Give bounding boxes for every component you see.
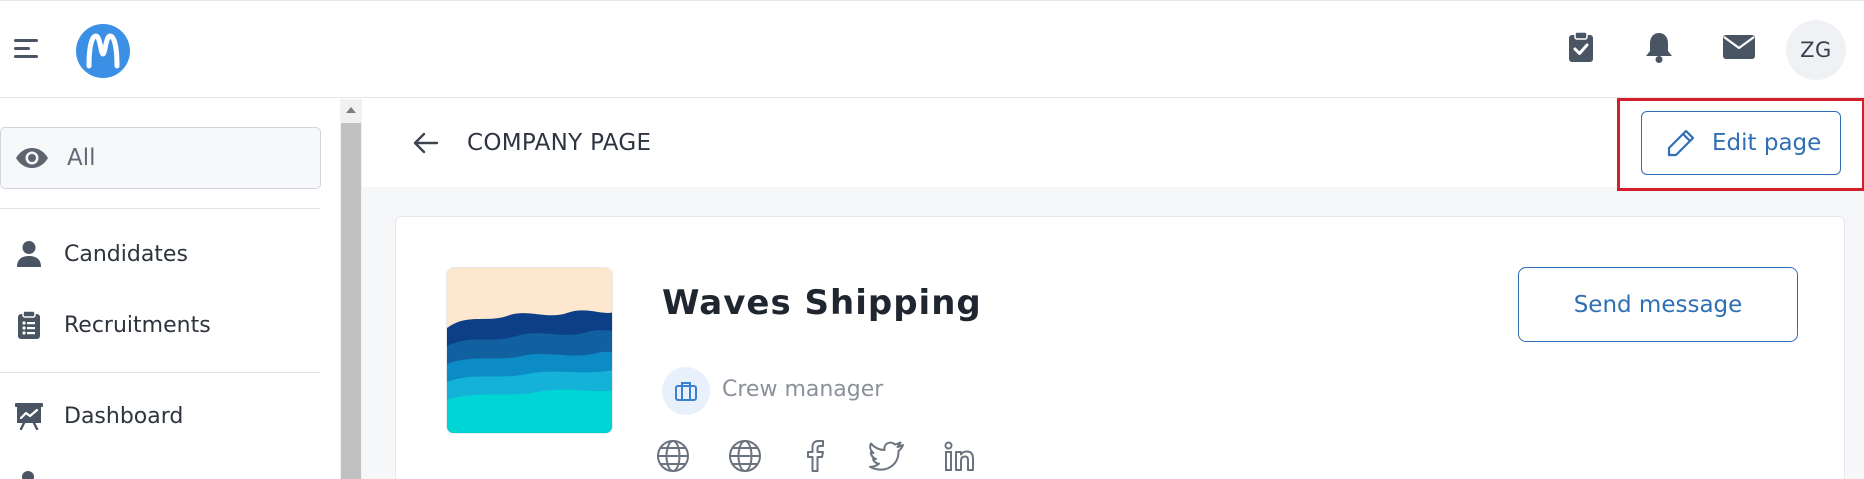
company-logo bbox=[446, 267, 613, 434]
edit-page-button[interactable]: Edit page bbox=[1641, 111, 1841, 175]
sidebar-divider bbox=[0, 208, 320, 209]
clipboard-check-icon[interactable] bbox=[1563, 29, 1599, 65]
linkedin-icon[interactable] bbox=[940, 437, 978, 475]
eye-icon bbox=[15, 147, 49, 169]
briefcase-icon bbox=[662, 367, 710, 415]
scroll-thumb[interactable] bbox=[341, 123, 361, 479]
filter-all-button[interactable]: All bbox=[0, 127, 321, 189]
twitter-icon[interactable] bbox=[868, 437, 906, 475]
avatar[interactable]: ZG bbox=[1786, 20, 1846, 80]
back-arrow-icon[interactable] bbox=[410, 127, 442, 159]
person-icon bbox=[14, 239, 44, 269]
person-icon bbox=[22, 471, 34, 479]
menu-icon[interactable] bbox=[14, 37, 42, 61]
top-bar: ZG bbox=[0, 0, 1864, 98]
envelope-icon[interactable] bbox=[1719, 29, 1759, 65]
sidebar-divider bbox=[0, 372, 320, 373]
page-title: COMPANY PAGE bbox=[467, 130, 652, 156]
send-message-button[interactable]: Send message bbox=[1518, 267, 1798, 342]
sidebar-item-label: Recruitments bbox=[64, 312, 211, 338]
company-name: Waves Shipping bbox=[662, 283, 982, 323]
sidebar-scrollbar[interactable] bbox=[340, 99, 362, 479]
main-content: COMPANY PAGE Edit page Waves Shipping Se bbox=[362, 98, 1864, 479]
page-header: COMPANY PAGE Edit page bbox=[362, 98, 1864, 191]
pencil-icon bbox=[1666, 128, 1696, 158]
sidebar-item-dashboard[interactable]: Dashboard bbox=[0, 390, 320, 442]
clipboard-list-icon bbox=[14, 310, 44, 340]
globe-icon[interactable] bbox=[654, 437, 692, 475]
bell-icon[interactable] bbox=[1641, 29, 1677, 65]
filter-all-label: All bbox=[67, 145, 96, 171]
sidebar-item-recruitments[interactable]: Recruitments bbox=[0, 299, 320, 351]
sidebar: All Candidates Recruitments Dashboard bbox=[0, 99, 321, 479]
company-role: Crew manager bbox=[722, 377, 884, 402]
company-card: Waves Shipping Send message Crew manager bbox=[395, 216, 1845, 479]
sidebar-item-label: Candidates bbox=[64, 241, 188, 267]
globe-icon[interactable] bbox=[726, 437, 764, 475]
edit-page-label: Edit page bbox=[1712, 130, 1822, 156]
scroll-up-arrow-icon[interactable] bbox=[340, 99, 362, 121]
presentation-chart-icon bbox=[14, 401, 44, 431]
facebook-icon[interactable] bbox=[798, 437, 836, 475]
sidebar-item-label: Dashboard bbox=[64, 403, 184, 429]
sidebar-item-candidates[interactable]: Candidates bbox=[0, 228, 320, 280]
app-logo[interactable] bbox=[76, 24, 130, 78]
